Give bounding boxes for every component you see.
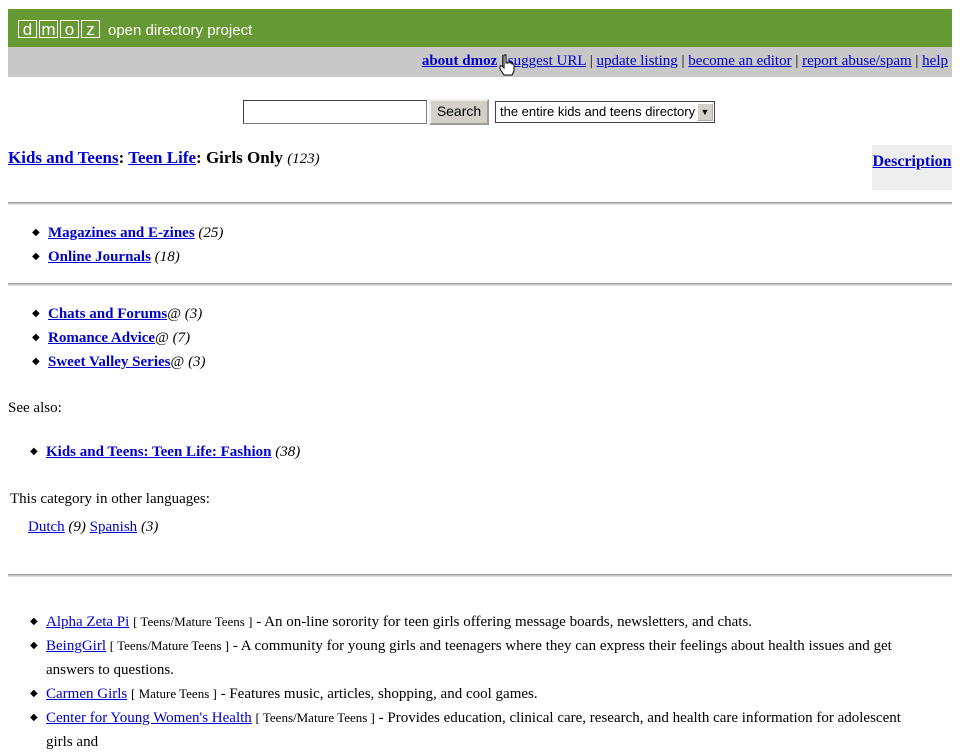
language-count: (3) xyxy=(140,519,159,535)
subcat-count: (3) xyxy=(184,306,203,322)
symlink-marker: @ xyxy=(155,330,169,346)
update-listing-link[interactable]: update listing xyxy=(597,53,678,69)
nav-separator: | xyxy=(795,53,799,69)
nav-separator: | xyxy=(681,53,685,69)
description-link[interactable]: Description xyxy=(872,153,951,170)
nav-link-bar: about dmoz | suggest URL | update listin… xyxy=(8,47,952,77)
site-age-tag: [ Teens/Mature Teens ] xyxy=(255,710,375,725)
list-item: ◆ Online Journals (18) xyxy=(32,245,223,269)
hand-cursor-icon xyxy=(499,54,515,76)
see-also-fashion-link[interactable]: Kids and Teens: Teen Life: Fashion xyxy=(46,444,271,460)
top-header-bar: d m o z open directory project xyxy=(8,9,952,47)
language-spanish-link[interactable]: Spanish xyxy=(90,519,138,535)
bullet-icon: ◆ xyxy=(30,446,38,457)
about-dmoz-link[interactable]: about dmoz xyxy=(422,53,497,69)
nav-separator: | xyxy=(589,53,593,69)
breadcrumb-sep: : xyxy=(196,148,202,167)
subcat-count: (3) xyxy=(188,354,206,370)
symlink-marker: @ xyxy=(170,354,185,370)
bullet-icon: ◆ xyxy=(30,640,38,651)
site-item: ◆ Carmen Girls [ Mature Teens ] - Featur… xyxy=(30,682,930,706)
logo-text[interactable]: open directory project xyxy=(108,22,252,39)
logo-letter-o[interactable]: o xyxy=(60,20,79,38)
site-age-tag: [ Mature Teens ] xyxy=(130,686,217,701)
bullet-icon: ◆ xyxy=(30,712,38,723)
search-scope-value: the entire kids and teens directory xyxy=(500,104,696,119)
list-item: ◆ Magazines and E-zines (25) xyxy=(32,221,223,245)
site-listings: ◆ Alpha Zeta Pi [ Teens/Mature Teens ] -… xyxy=(30,610,930,754)
site-item: ◆ Center for Young Women's Health [ Teen… xyxy=(30,706,930,754)
search-button[interactable]: Search xyxy=(429,99,489,125)
subcat-romance-advice-link[interactable]: Romance Advice xyxy=(48,330,155,346)
subcat-count: (7) xyxy=(172,330,191,346)
subcat-count: (25) xyxy=(198,225,224,241)
description-box: Description xyxy=(872,145,952,190)
breadcrumb-teen-life[interactable]: Teen Life xyxy=(128,148,196,167)
site-age-tag: [ Teens/Mature Teens ] xyxy=(109,638,230,653)
site-description: - Features music, articles, shopping, an… xyxy=(216,686,538,702)
see-also-heading: See also: xyxy=(8,400,62,416)
list-item: ◆ Kids and Teens: Teen Life: Fashion (38… xyxy=(30,440,300,464)
bullet-icon: ◆ xyxy=(32,227,40,238)
see-also-list: ◆ Kids and Teens: Teen Life: Fashion (38… xyxy=(30,440,300,464)
list-item: ◆ Sweet Valley Series@ (3) xyxy=(32,350,206,374)
site-title-link[interactable]: Center for Young Women's Health xyxy=(46,710,252,726)
become-editor-link[interactable]: become an editor xyxy=(688,53,791,69)
site-description: - An on-line sorority for teen girls off… xyxy=(252,614,753,630)
help-link[interactable]: help xyxy=(922,53,948,69)
bullet-icon: ◆ xyxy=(32,356,40,367)
divider xyxy=(8,202,952,205)
language-count: (9) xyxy=(68,519,86,535)
subcat-sweet-valley-link[interactable]: Sweet Valley Series xyxy=(48,354,170,370)
breadcrumb: Kids and Teens: Teen Life: Girls Only (1… xyxy=(8,148,320,168)
divider xyxy=(8,283,952,286)
search-input[interactable] xyxy=(243,100,427,124)
subcat-count: (18) xyxy=(154,249,180,265)
report-abuse-link[interactable]: report abuse/spam xyxy=(802,53,912,69)
site-item: ◆ BeingGirl [ Teens/Mature Teens ] - A c… xyxy=(30,634,930,682)
subcat-online-journals-link[interactable]: Online Journals xyxy=(48,249,151,265)
symlink-marker: @ xyxy=(167,306,182,322)
subcat-chats-forums-link[interactable]: Chats and Forums xyxy=(48,306,167,322)
breadcrumb-kids-and-teens[interactable]: Kids and Teens xyxy=(8,148,119,167)
search-scope-select[interactable]: the entire kids and teens directory ▼ xyxy=(495,101,715,123)
site-title-link[interactable]: Carmen Girls xyxy=(46,686,127,702)
suggest-url-link[interactable]: suggest URL xyxy=(508,53,586,69)
dropdown-arrow-icon[interactable]: ▼ xyxy=(697,103,713,121)
site-age-tag: [ Teens/Mature Teens ] xyxy=(133,614,253,629)
site-title-link[interactable]: BeingGirl xyxy=(46,638,106,654)
list-item: ◆ Romance Advice@ (7) xyxy=(32,326,206,350)
other-languages-heading: This category in other languages: xyxy=(10,491,210,507)
breadcrumb-count: (123) xyxy=(287,151,320,167)
see-also-count: (38) xyxy=(275,444,301,460)
related-subcategory-list: ◆ Chats and Forums@ (3) ◆ Romance Advice… xyxy=(32,302,206,374)
subcat-magazines-link[interactable]: Magazines and E-zines xyxy=(48,225,195,241)
bullet-icon: ◆ xyxy=(32,332,40,343)
subcategory-list: ◆ Magazines and E-zines (25) ◆ Online Jo… xyxy=(32,221,223,269)
list-item: ◆ Chats and Forums@ (3) xyxy=(32,302,206,326)
bullet-icon: ◆ xyxy=(32,251,40,262)
breadcrumb-sep: : xyxy=(118,148,125,167)
divider xyxy=(8,574,952,577)
language-dutch-link[interactable]: Dutch xyxy=(28,519,65,535)
logo-letter-d[interactable]: d xyxy=(18,20,37,38)
logo-letter-z[interactable]: z xyxy=(81,20,100,38)
nav-separator: | xyxy=(915,53,919,69)
breadcrumb-current: Girls Only xyxy=(205,148,283,167)
site-title-link[interactable]: Alpha Zeta Pi xyxy=(46,614,129,630)
language-links: Dutch (9) Spanish (3) xyxy=(28,519,158,536)
bullet-icon: ◆ xyxy=(32,308,40,319)
site-item: ◆ Alpha Zeta Pi [ Teens/Mature Teens ] -… xyxy=(30,610,930,634)
bullet-icon: ◆ xyxy=(30,688,38,699)
logo-letter-m[interactable]: m xyxy=(39,20,58,38)
bullet-icon: ◆ xyxy=(30,616,38,627)
